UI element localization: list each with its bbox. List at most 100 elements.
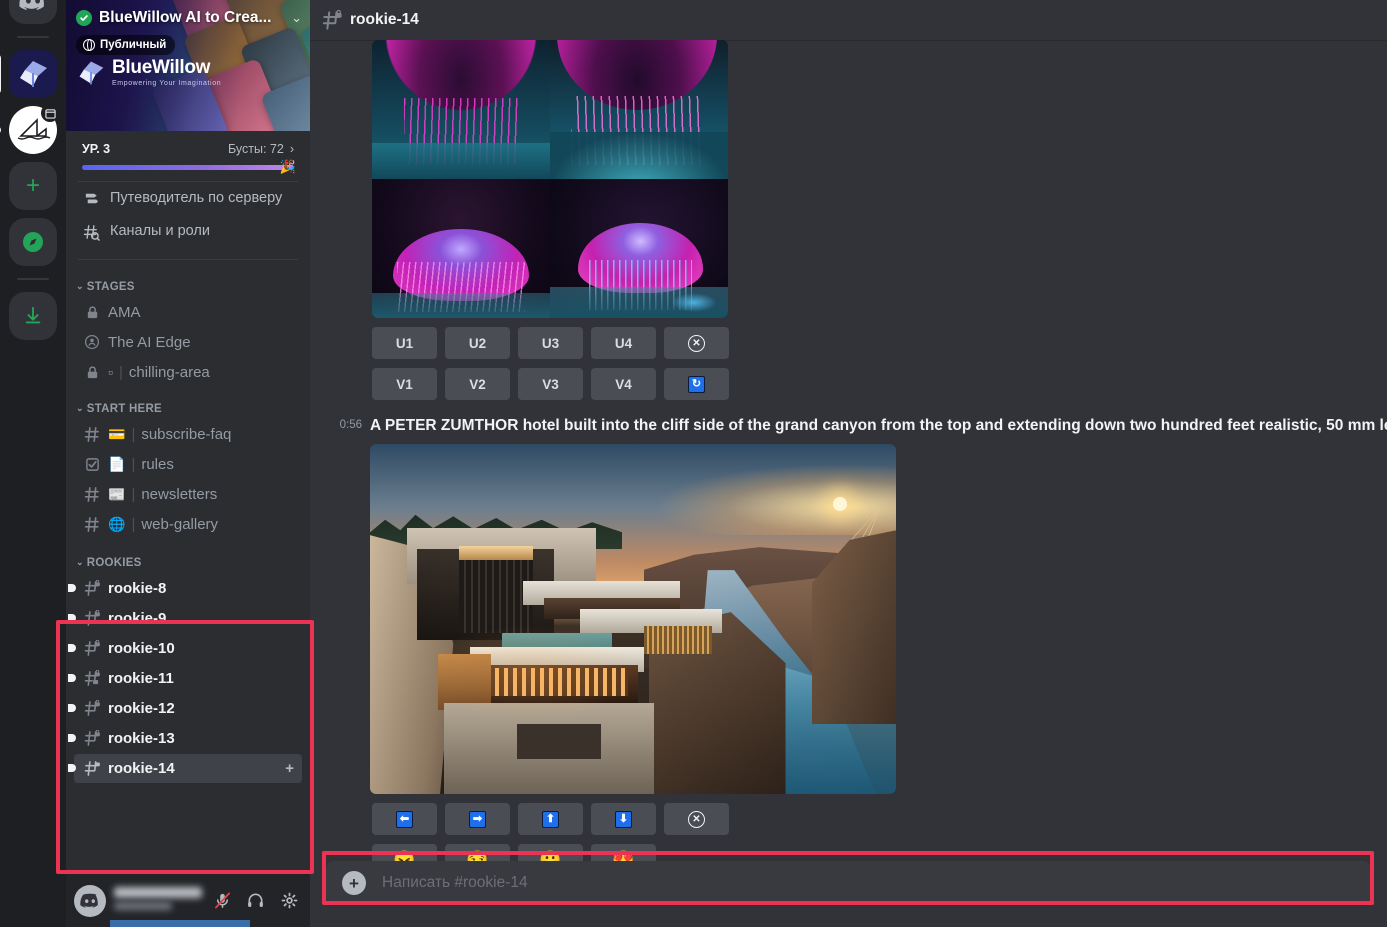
grid-image-4[interactable] (550, 179, 728, 318)
globe-icon (83, 39, 95, 51)
server-name-row[interactable]: BlueWillow AI to Crea... ⌄ (76, 9, 302, 27)
sidebar-item-rookie-13[interactable]: rookie-13 (68, 724, 302, 753)
channel-label: rookie-11 (108, 669, 174, 687)
sidebar-item-server-guide[interactable]: Путеводитель по серверу (66, 182, 310, 216)
download-apps-button[interactable] (9, 292, 57, 340)
pan-left-button[interactable]: ⬅ (372, 803, 437, 836)
sidebar-item-rookie-10[interactable]: rookie-10 (68, 634, 302, 663)
username-redacted[interactable] (114, 887, 202, 914)
download-icon (25, 306, 41, 324)
explore-servers-button[interactable] (9, 218, 57, 266)
upscale-button-u4[interactable]: U4 (591, 327, 656, 359)
channel-label: web-gallery (141, 515, 219, 533)
channel-label: The AI Edge (108, 333, 191, 351)
pan-down-button[interactable]: ⬇ (591, 803, 656, 836)
variation-button-v2[interactable]: V2 (445, 368, 510, 400)
pan-up-button[interactable]: ⬆ (518, 803, 583, 836)
create-channel-icon[interactable]: + (285, 760, 294, 777)
channel-emoji: 🌐 (108, 515, 126, 532)
sidebar-item-rookie-12[interactable]: rookie-12 (68, 694, 302, 723)
variation-button-row: V1 V2 V3 V4 ↻ (372, 368, 1371, 400)
category-stages[interactable]: ⌄ STAGES (66, 266, 310, 297)
chevron-right-icon: › (289, 142, 294, 156)
pan-button-row: ⬅ ➡ ⬆ ⬇ ✕ (372, 803, 1371, 836)
pan-right-button[interactable]: ➡ (445, 803, 510, 836)
channel-label: rookie-10 (108, 639, 175, 657)
message-composer[interactable]: + Написать #rookie-14 (326, 861, 1371, 905)
channel-emoji: 📄 (108, 455, 126, 472)
add-server-button[interactable]: + (9, 162, 57, 210)
lock-icon (82, 305, 102, 320)
unread-indicator (68, 614, 76, 623)
channel-label: chilling-area (128, 363, 210, 381)
reaction-grinning[interactable]: 😀 (518, 844, 583, 861)
rail-divider (17, 36, 49, 38)
category-start-here[interactable]: ⌄ START HERE (66, 388, 310, 419)
reroll-button[interactable]: ↻ (664, 368, 729, 400)
upscale-button-u3[interactable]: U3 (518, 327, 583, 359)
sidebar-item-discord-home[interactable] (9, 0, 57, 24)
sidebar-item-chilling-area[interactable]: ▫ | chilling-area (74, 358, 302, 387)
channel-emoji: 💳 (108, 425, 126, 442)
sidebar-item-ama[interactable]: AMA (74, 298, 302, 327)
server-boost-row[interactable]: УР. 3 Бусты: 72 › (66, 131, 310, 156)
sidebar-item-rules[interactable]: 📄 | rules (74, 450, 302, 479)
variation-button-v1[interactable]: V1 (372, 368, 437, 400)
channel-label: rookie-13 (108, 729, 175, 747)
reaction-heart-eyes[interactable]: 😍 (591, 844, 656, 861)
sidebar-item-rookie-8[interactable]: rookie-8 (68, 574, 302, 603)
mic-muted-icon[interactable] (210, 888, 235, 914)
grid-image-3[interactable] (372, 179, 550, 318)
avatar[interactable] (74, 884, 106, 917)
sidebar-item-channels-and-roles[interactable]: Каналы и роли (66, 216, 310, 248)
sidebar-item-subscribe-faq[interactable]: 💳 | subscribe-faq (74, 420, 302, 449)
cancel-job-button-2[interactable]: ✕ (664, 803, 729, 836)
server-banner[interactable]: BlueWillow AI to Crea... ⌄ Публичный Blu… (66, 0, 310, 131)
chevron-down-icon[interactable]: ⌄ (291, 10, 302, 26)
grid-image-2[interactable] (550, 40, 728, 179)
sidebar-item-rookie-9[interactable]: rookie-9 (68, 604, 302, 633)
sidebar-item-rookie-14[interactable]: rookie-14 + (68, 753, 302, 783)
server-unread-indicator (0, 126, 1, 134)
variation-button-v4[interactable]: V4 (591, 368, 656, 400)
generated-image-grid[interactable] (372, 40, 728, 318)
channel-separator: | (131, 425, 136, 443)
chevron-down-icon: ⌄ (76, 281, 84, 292)
boost-progress: 🎉 (66, 156, 310, 174)
message-input-placeholder[interactable]: Написать #rookie-14 (382, 874, 528, 892)
channel-separator: | (131, 515, 136, 533)
generated-image-canyon-hotel[interactable] (370, 444, 896, 795)
cancel-job-button[interactable]: ✕ (664, 327, 729, 359)
discord-app: + BlueWillow AI to Crea... ⌄ Публичный B… (0, 0, 1387, 927)
variation-button-v3[interactable]: V3 (518, 368, 583, 400)
boost-sparkle-icon: 🎉 (279, 159, 296, 174)
sidebar-item-bluewillow-server[interactable] (0, 50, 57, 98)
sidebar-item-the-ai-edge[interactable]: The AI Edge (74, 328, 302, 357)
sidebar-item-newsletters[interactable]: 📰 | newsletters (74, 480, 302, 509)
headphones-icon[interactable] (243, 888, 268, 914)
channel-label: rookie-14 (108, 759, 175, 777)
boost-count-label: Бусты: 72 (227, 142, 284, 156)
boost-count[interactable]: Бусты: 72 › (228, 142, 294, 156)
category-rookies[interactable]: ⌄ ROOKIES (66, 540, 310, 573)
sidebar-item-rookie-11[interactable]: rookie-11 (68, 664, 302, 693)
main-content: rookie-14 U1 U2 U3 U4 ✕ V1 V2 V3 V4 ↻ 0:… (310, 0, 1387, 927)
sidebar-item-web-gallery[interactable]: 🌐 | web-gallery (74, 510, 302, 539)
bluewillow-logo-icon (79, 61, 104, 84)
hash-lock-icon (82, 669, 102, 687)
upscale-button-u1[interactable]: U1 (372, 327, 437, 359)
reaction-unamused[interactable]: 😒 (445, 844, 510, 861)
channel-sidebar: BlueWillow AI to Crea... ⌄ Публичный Blu… (66, 0, 310, 927)
discord-logo-icon (19, 0, 44, 10)
plus-circle-icon[interactable]: + (342, 871, 366, 895)
upscale-button-u2[interactable]: U2 (445, 327, 510, 359)
message-list[interactable]: U1 U2 U3 U4 ✕ V1 V2 V3 V4 ↻ 0:56 A PETER… (310, 40, 1387, 861)
sidebar-item-midjourney-server[interactable] (0, 104, 59, 154)
user-settings-gear-icon[interactable] (277, 888, 302, 914)
reaction-confounded[interactable]: 😖 (372, 844, 437, 861)
grid-image-1[interactable] (372, 40, 550, 179)
server-event-badge (41, 104, 59, 122)
channel-separator: | (118, 363, 123, 381)
midjourney-icon (9, 104, 59, 154)
verified-badge-icon (76, 10, 92, 26)
